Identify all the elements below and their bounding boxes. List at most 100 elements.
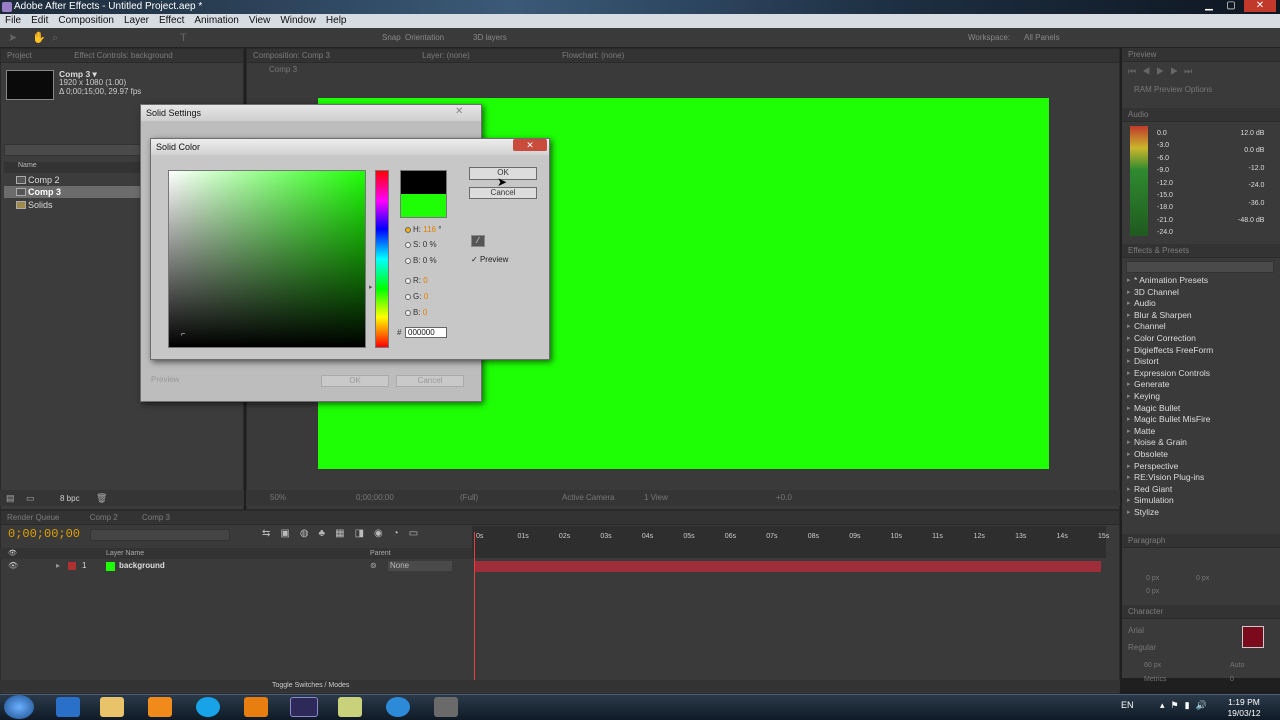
tab-effects-presets[interactable]: Effects & Presets <box>1122 244 1280 258</box>
effect-category-item[interactable]: Simulation <box>1127 495 1268 507</box>
effect-category-item[interactable]: Audio <box>1127 298 1268 310</box>
clock-date[interactable]: 19/03/12 <box>1222 708 1266 718</box>
orientation-label[interactable]: Orientation <box>405 28 444 48</box>
tab-character[interactable]: Character <box>1122 605 1280 619</box>
label-color[interactable] <box>68 562 76 570</box>
effect-category-item[interactable]: RE:Vision Plug-ins <box>1127 472 1268 484</box>
tracking-field[interactable]: 0 <box>1230 676 1234 683</box>
resolution-select[interactable]: (Full) <box>460 490 478 506</box>
hex-input[interactable]: 000000 <box>405 327 447 338</box>
maximize-button[interactable]: ▢ <box>1222 0 1240 12</box>
tab-project[interactable]: Project <box>7 51 32 60</box>
media-player-icon[interactable] <box>148 697 172 717</box>
effect-category-item[interactable]: Channel <box>1127 321 1268 333</box>
fill-color-swatch[interactable] <box>1242 626 1264 648</box>
text-tool-icon[interactable]: T <box>180 28 187 48</box>
effect-category-item[interactable]: Matte <box>1127 426 1268 438</box>
tab-comp2[interactable]: Comp 2 <box>90 513 118 522</box>
tray-icons[interactable]: ▴⚑▮🔊 <box>1160 700 1213 711</box>
minimize-button[interactable]: ▁ <box>1200 0 1218 12</box>
font-style-select[interactable]: Regular <box>1128 643 1156 652</box>
leading-field[interactable]: Auto <box>1230 662 1244 669</box>
timeline-switches[interactable]: ⇆▣◍♣▦◨◉◔▭ <box>262 528 428 539</box>
effect-category-item[interactable]: Generate <box>1127 379 1268 391</box>
menu-view[interactable]: View <box>244 14 276 28</box>
color-field[interactable] <box>168 170 366 348</box>
parent-pickwhip-icon[interactable]: ⊚ <box>370 560 377 572</box>
tab-preview[interactable]: Preview <box>1122 48 1280 62</box>
tab-paragraph[interactable]: Paragraph <box>1122 534 1280 548</box>
close-icon[interactable]: ✕ <box>513 139 547 151</box>
effect-category-item[interactable]: Expression Controls <box>1127 368 1268 380</box>
b-field[interactable]: B: 0 % <box>405 256 437 266</box>
effects-search-input[interactable] <box>1126 261 1274 273</box>
after-effects-icon[interactable] <box>290 697 318 717</box>
menu-effect[interactable]: Effect <box>154 14 189 28</box>
indent-right[interactable]: 0 px <box>1196 575 1209 582</box>
solid-settings-preview[interactable]: Preview <box>151 375 179 384</box>
tab-render-queue[interactable]: Render Queue <box>7 513 59 522</box>
effect-category-item[interactable]: Blur & Sharpen <box>1127 310 1268 322</box>
hue-slider[interactable] <box>375 170 389 348</box>
selection-tool-icon[interactable]: ➤ <box>8 28 17 48</box>
parent-select[interactable]: None <box>388 561 452 571</box>
solid-settings-cancel-button[interactable]: Cancel <box>396 375 464 387</box>
menu-file[interactable]: File <box>0 14 26 28</box>
effect-category-item[interactable]: Digieffects FreeForm <box>1127 345 1268 357</box>
zoom-select[interactable]: 50% <box>270 490 286 506</box>
radio-s[interactable] <box>405 242 411 248</box>
views-select[interactable]: 1 View <box>644 490 668 506</box>
radio-r[interactable] <box>405 278 411 284</box>
tab-audio[interactable]: Audio <box>1122 108 1280 122</box>
effect-category-item[interactable]: 3D Channel <box>1127 287 1268 299</box>
space-before[interactable]: 0 px <box>1146 588 1159 595</box>
tab-flowchart[interactable]: Flowchart: (none) <box>562 51 624 60</box>
timeline-search-input[interactable] <box>90 529 230 541</box>
zoom-tool-icon[interactable]: ⌕ <box>52 28 58 48</box>
workspace-select[interactable]: All Panels <box>1024 28 1060 48</box>
kerning-field[interactable]: Metrics <box>1144 676 1167 683</box>
column-layer-name[interactable]: Layer Name <box>106 548 144 559</box>
effect-category-item[interactable]: Magic Bullet MisFire <box>1127 414 1268 426</box>
menu-animation[interactable]: Animation <box>189 14 243 28</box>
effect-category-item[interactable]: Distort <box>1127 356 1268 368</box>
eyedropper-icon[interactable]: ⁄ <box>471 235 485 247</box>
blue-field[interactable]: B: 0 <box>405 308 427 318</box>
layer-name[interactable]: background <box>119 560 165 572</box>
radio-g[interactable] <box>405 294 411 300</box>
snap-label[interactable]: Snap <box>382 28 401 48</box>
font-size-field[interactable]: 60 px <box>1144 662 1161 669</box>
menu-help[interactable]: Help <box>321 14 352 28</box>
playback-controls[interactable]: ⏮◀▶▶⏭ <box>1128 66 1198 77</box>
tool-icon[interactable] <box>434 697 458 717</box>
effect-category-item[interactable]: Noise & Grain <box>1127 437 1268 449</box>
radio-h[interactable] <box>405 227 411 233</box>
effect-category-item[interactable]: Color Correction <box>1127 333 1268 345</box>
tab-composition[interactable]: Composition: Comp 3 <box>253 51 330 60</box>
s-field[interactable]: S: 0 % <box>405 240 437 250</box>
skype-icon[interactable] <box>196 697 220 717</box>
start-button[interactable] <box>4 695 34 719</box>
outlook-icon[interactable] <box>244 697 268 717</box>
new-folder-icon[interactable]: ▭ <box>26 493 35 504</box>
ram-preview-select[interactable]: RAM Preview Options <box>1134 85 1212 94</box>
toggle-switches-button[interactable]: Toggle Switches / Modes <box>272 680 349 692</box>
tab-effect-controls[interactable]: Effect Controls: background <box>74 51 173 60</box>
g-field[interactable]: G: 0 <box>405 292 428 302</box>
solid-settings-ok-button[interactable]: OK <box>321 375 389 387</box>
column-parent[interactable]: Parent <box>370 548 391 559</box>
effect-category-item[interactable]: Obsolete <box>1127 449 1268 461</box>
comp-breadcrumb[interactable]: Comp 3 <box>247 63 1119 76</box>
language-indicator[interactable]: EN <box>1121 700 1134 710</box>
close-icon[interactable]: ✕ <box>455 106 463 117</box>
interpret-footage-icon[interactable]: ▤ <box>6 493 15 504</box>
table-row[interactable]: 👁 ▸ 1 background ⊚ None <box>0 560 472 572</box>
font-family-select[interactable]: Arial <box>1128 626 1144 635</box>
camera-select[interactable]: Active Camera <box>562 490 614 506</box>
indent-left[interactable]: 0 px <box>1146 575 1159 582</box>
3d-layers-label[interactable]: 3D layers <box>473 28 507 48</box>
hand-tool-icon[interactable]: ✋ <box>32 28 46 48</box>
clock-time[interactable]: 1:19 PM <box>1224 697 1264 707</box>
effect-category-item[interactable]: Red Giant <box>1127 484 1268 496</box>
original-color-swatch[interactable] <box>401 194 446 217</box>
